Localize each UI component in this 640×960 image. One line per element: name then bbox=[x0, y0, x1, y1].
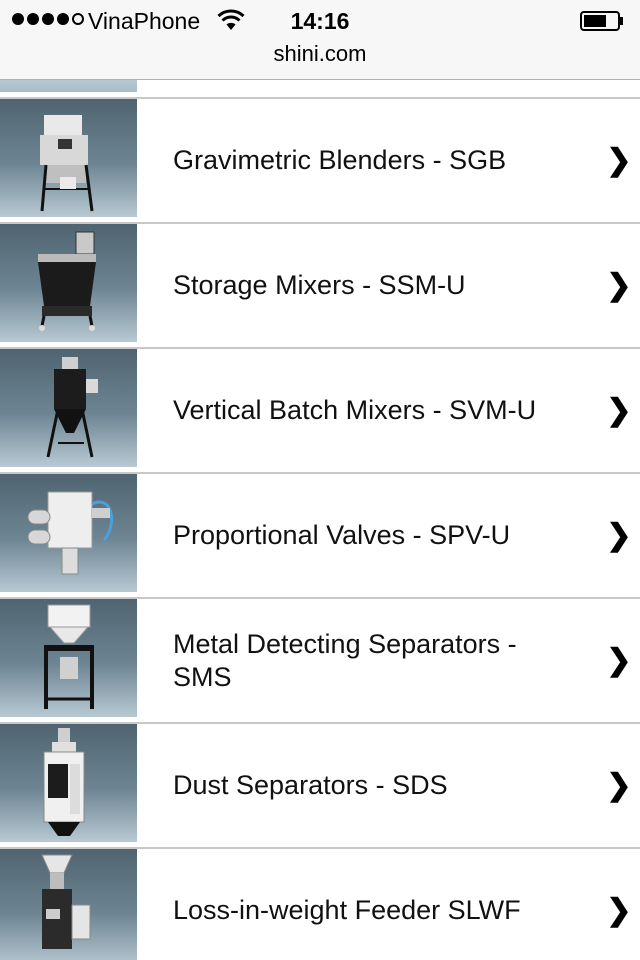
chevron-right-icon: ❯ bbox=[606, 144, 632, 177]
chevron-right-icon: ❯ bbox=[606, 394, 632, 427]
list-item[interactable]: Gravimetric Blenders - SGB ❯ bbox=[0, 99, 640, 224]
status-bar: VinaPhone 14:16 bbox=[0, 0, 640, 40]
chevron-right-icon: ❯ bbox=[606, 769, 632, 802]
chevron-right-icon: ❯ bbox=[606, 644, 632, 677]
gravimetric-blender-image bbox=[0, 99, 137, 217]
list-item[interactable]: Vertical Batch Mixers - SVM-U ❯ bbox=[0, 349, 640, 474]
product-label: Gravimetric Blenders - SGB bbox=[173, 145, 507, 175]
product-label: Loss-in-weight Feeder SLWF bbox=[173, 895, 521, 925]
list-item[interactable]: Metal Detecting Separators - SMS ❯ bbox=[0, 599, 640, 724]
list-item[interactable]: Proportional Valves - SPV-U ❯ bbox=[0, 474, 640, 599]
product-label: Vertical Batch Mixers - SVM-U bbox=[173, 395, 537, 425]
battery-icon bbox=[580, 11, 623, 31]
list-item-partial[interactable] bbox=[0, 80, 640, 99]
product-label: Dust Separators - SDS bbox=[173, 770, 448, 800]
list-item[interactable]: Storage Mixers - SSM-U ❯ bbox=[0, 224, 640, 349]
proportional-valve-image bbox=[0, 474, 137, 592]
vertical-batch-mixer-image bbox=[0, 349, 137, 467]
product-label: Metal Detecting Separators - SMS bbox=[173, 628, 517, 692]
list-item[interactable]: Dust Separators - SDS ❯ bbox=[0, 724, 640, 849]
address-bar[interactable]: shini.com bbox=[0, 40, 640, 80]
product-image bbox=[0, 80, 137, 92]
dust-separator-image bbox=[0, 724, 137, 842]
chevron-right-icon: ❯ bbox=[606, 269, 632, 302]
chevron-right-icon: ❯ bbox=[606, 519, 632, 552]
loss-in-weight-feeder-image bbox=[0, 849, 137, 960]
metal-detecting-separator-image bbox=[0, 599, 137, 717]
storage-mixer-image bbox=[0, 224, 137, 342]
list-item[interactable]: Loss-in-weight Feeder SLWF ❯ bbox=[0, 849, 640, 960]
product-label: Storage Mixers - SSM-U bbox=[173, 270, 466, 300]
chevron-right-icon: ❯ bbox=[606, 894, 632, 927]
status-time: 14:16 bbox=[290, 8, 350, 34]
product-list: Gravimetric Blenders - SGB ❯ Storage Mix… bbox=[0, 80, 640, 960]
url-text: shini.com bbox=[273, 41, 367, 66]
product-label: Proportional Valves - SPV-U bbox=[173, 520, 511, 550]
